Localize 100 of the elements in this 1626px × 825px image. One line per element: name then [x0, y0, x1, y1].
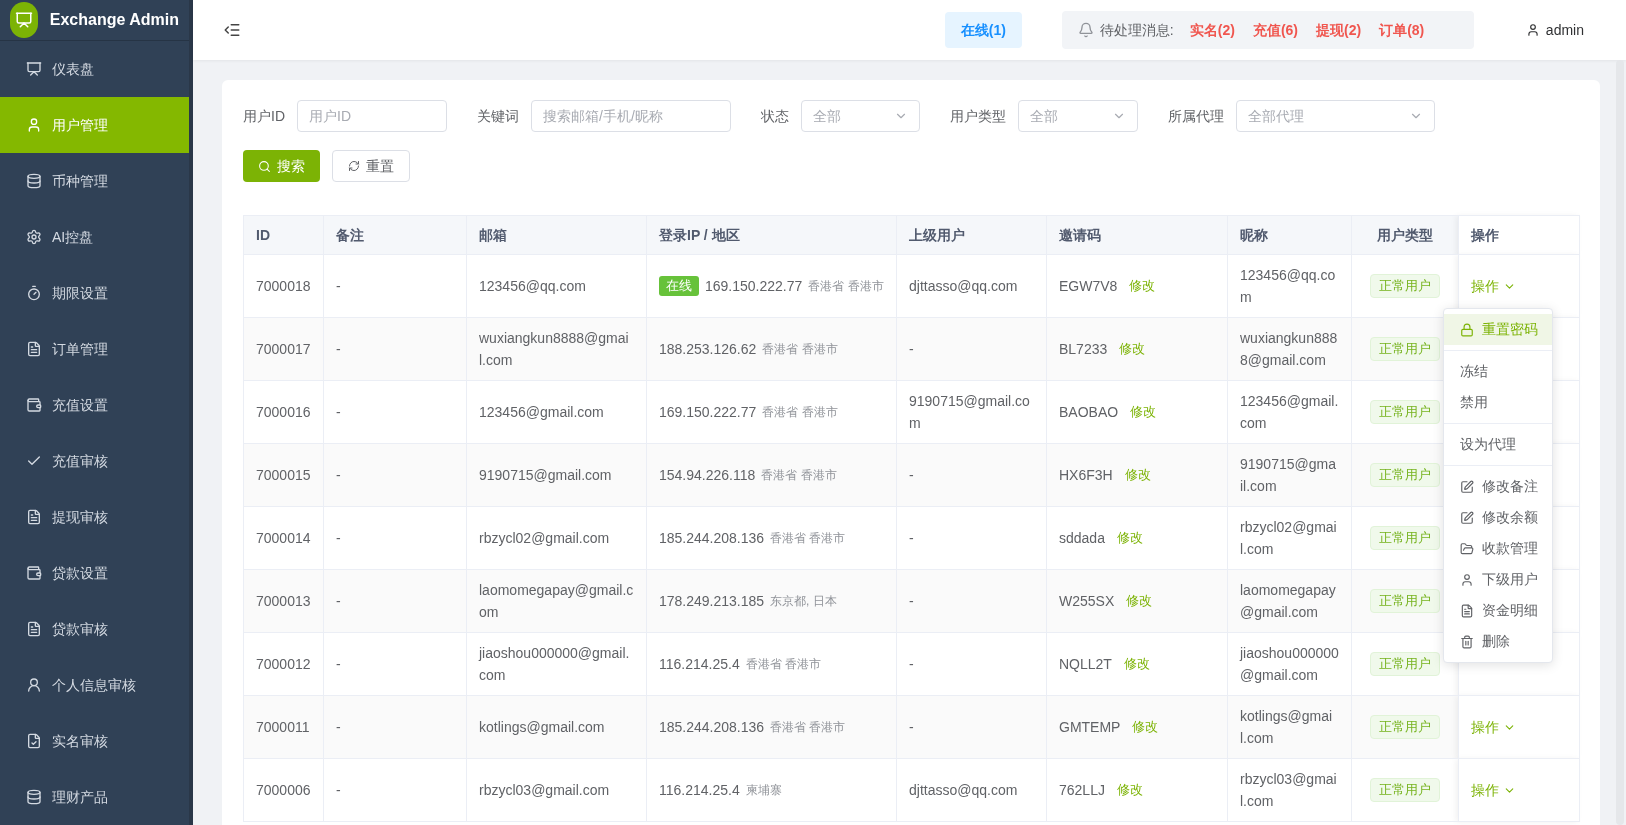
menu-icon[interactable]: [223, 21, 241, 39]
user-type-tag: 正常用户: [1370, 337, 1440, 361]
menu-item[interactable]: 收款管理: [1444, 533, 1552, 564]
gear-icon: [26, 229, 42, 245]
region-text: 柬埔寨: [745, 782, 782, 799]
table-cell: laomomegapay@gmail.com: [466, 569, 647, 633]
user-type-tag: 正常用户: [1370, 589, 1440, 613]
menu-item[interactable]: 设为代理: [1444, 429, 1552, 460]
sidebar-item[interactable]: 仪表盘: [0, 41, 189, 97]
refresh-icon: [348, 160, 360, 172]
user-icon: [1525, 23, 1540, 37]
ip-address: 116.214.25.4: [659, 655, 740, 674]
database-icon: [26, 173, 42, 189]
ip-address: 188.253.126.62: [659, 340, 757, 359]
chart-board-icon: [26, 61, 42, 77]
user-type-tag: 正常用户: [1370, 274, 1440, 298]
table-cell: djttasso@qq.com: [896, 254, 1047, 318]
table-cell: 7000013: [243, 569, 324, 633]
sidebar-item[interactable]: 充值设置: [0, 377, 189, 433]
edit-icon: [1460, 479, 1474, 494]
user-name[interactable]: admin: [1545, 19, 1584, 41]
table-cell: -: [323, 443, 467, 507]
region-text: 香港省 香港市: [745, 656, 822, 673]
folder-icon: [1460, 541, 1474, 556]
database-icon: [26, 789, 42, 805]
file-check-icon: [26, 733, 42, 749]
table-cell: -: [323, 632, 467, 696]
table-cell: -: [323, 254, 467, 318]
sidebar-item[interactable]: 贷款审核: [0, 601, 189, 657]
region-text: 香港省 香港市: [762, 404, 838, 421]
table-cell: wuxiangkun8888@gmail.com: [1227, 317, 1352, 381]
table-cell: 123456@gmail.com: [466, 380, 647, 444]
table-cell: 7000017: [243, 317, 324, 381]
table-cell: 7000012: [243, 632, 324, 696]
filter-label: 用户ID: [243, 106, 285, 126]
invite-code: BAOBAO: [1059, 403, 1119, 422]
person-icon: [26, 677, 42, 693]
menu-item[interactable]: 下级用户: [1444, 564, 1552, 595]
column-header: 邮箱: [466, 215, 647, 255]
invite-code: BL7233: [1059, 340, 1108, 359]
column-header: 操作: [1458, 215, 1580, 255]
user-type-tag: 正常用户: [1370, 778, 1440, 802]
user-type-tag: 正常用户: [1370, 400, 1440, 424]
ip-address: 169.150.222.77: [705, 277, 803, 296]
sidebar-item[interactable]: 贷款设置: [0, 545, 189, 601]
region-text: 香港省 香港市: [770, 719, 846, 736]
ip-address: 116.214.25.4: [659, 781, 740, 800]
table-cell: -: [896, 317, 1047, 381]
table-cell: 7000015: [243, 443, 324, 507]
table-cell: rbzycl03@gmail.com: [1227, 758, 1352, 822]
sidebar-item[interactable]: 实名审核: [0, 713, 189, 769]
menu-item[interactable]: 禁用: [1444, 387, 1552, 418]
document-icon: [26, 341, 42, 357]
wallet-icon: [26, 565, 42, 581]
filter-label: 用户类型: [950, 106, 1006, 126]
filter-label: 所属代理: [1168, 106, 1224, 126]
column-header: 备注: [323, 215, 467, 255]
document-icon: [26, 509, 42, 525]
table-cell: -: [896, 569, 1047, 633]
menu-item[interactable]: 修改余额: [1444, 502, 1552, 533]
menu-item[interactable]: 删除: [1444, 626, 1552, 657]
region-text: 香港省 香港市: [808, 278, 884, 295]
user-type-tag: 正常用户: [1370, 715, 1440, 739]
table-cell: -: [323, 695, 467, 759]
reset-button[interactable]: 重置: [332, 150, 410, 182]
menu-item[interactable]: 资金明细: [1444, 595, 1552, 626]
table-cell: laomomegapay@gmail.com: [1227, 569, 1352, 633]
column-header: 昵称: [1227, 215, 1352, 255]
table-cell: -: [323, 380, 467, 444]
table-cell: -: [896, 506, 1047, 570]
app-title: Exchange Admin: [49, 10, 179, 30]
sidebar-item[interactable]: 个人信息审核: [0, 657, 189, 713]
table-cell: wuxiangkun8888@gmail.com: [466, 317, 647, 381]
sidebar-item[interactable]: 理财产品: [0, 769, 189, 825]
menu-item[interactable]: 冻结: [1444, 356, 1552, 387]
sidebar-item[interactable]: AI控盘: [0, 209, 189, 265]
invite-code: GMTEMP: [1059, 718, 1121, 737]
ip-address: 169.150.222.77: [659, 403, 757, 422]
table-cell: 9190715@gmail.com: [896, 380, 1047, 444]
table-cell: 7000018: [243, 254, 324, 318]
input-field[interactable]: 搜索邮箱/手机/昵称: [531, 100, 731, 132]
invite-code: HX6F3H: [1059, 466, 1113, 485]
table-cell: 7000011: [243, 695, 324, 759]
online-tag: 在线: [659, 276, 699, 296]
sidebar-item[interactable]: 充值审核: [0, 433, 189, 489]
invite-code: 762LLJ: [1059, 781, 1105, 800]
table-cell: 7000006: [243, 758, 324, 822]
sidebar-item[interactable]: 币种管理: [0, 153, 189, 209]
ip-address: 154.94.226.118: [659, 466, 756, 485]
menu-item[interactable]: 修改备注: [1444, 471, 1552, 502]
table-cell: -: [896, 695, 1047, 759]
table-cell: rbzycl03@gmail.com: [466, 758, 647, 822]
table-cell: 7000014: [243, 506, 324, 570]
sidebar-item[interactable]: 期限设置: [0, 265, 189, 321]
sidebar-item[interactable]: 提现审核: [0, 489, 189, 545]
sidebar-item[interactable]: 订单管理: [0, 321, 189, 377]
table-cell: 7000016: [243, 380, 324, 444]
table-cell: 123456@qq.com: [466, 254, 647, 318]
table-cell: -: [323, 758, 467, 822]
input-field[interactable]: 用户ID: [297, 100, 447, 132]
